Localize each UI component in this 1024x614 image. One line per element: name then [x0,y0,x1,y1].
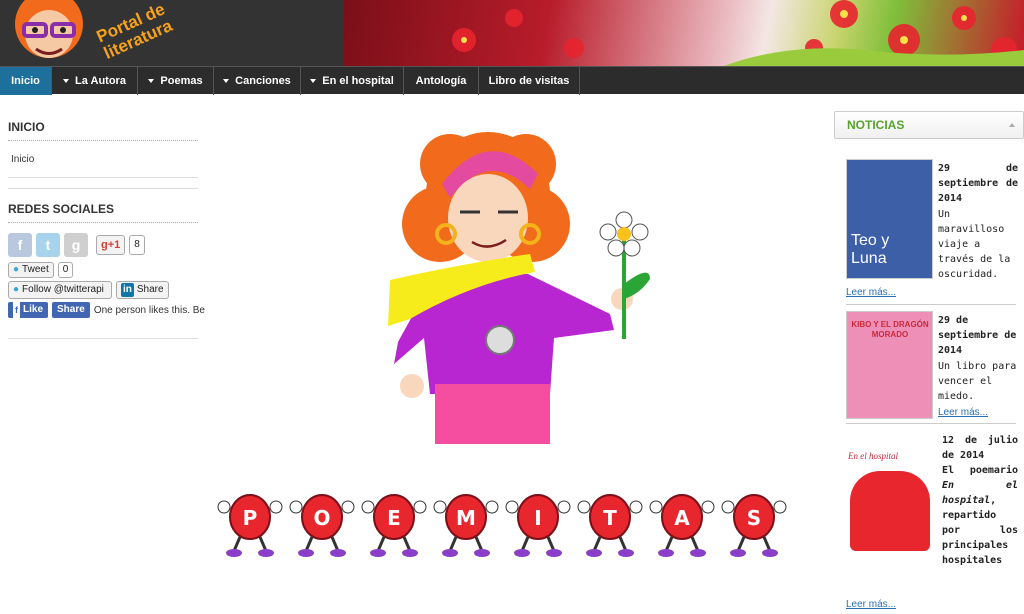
news-text-pre: El poemario [942,465,1018,476]
gplus-button[interactable]: g+1 [96,235,126,255]
chevron-down-icon [63,79,70,84]
linkedin-share-button[interactable]: in Share [116,281,169,299]
google-icon[interactable]: g [64,233,88,257]
facebook-icon: f [13,302,20,318]
linkedin-icon: in [121,283,134,297]
letter-character: E [361,494,427,557]
facebook-like-button[interactable]: f Like [8,302,49,318]
chevron-down-icon [148,79,155,84]
twitter-follow-button[interactable]: ● Follow @twitterapi [8,281,112,299]
news-date: 29 de septiembre de 2014 [938,315,1017,356]
nav-label: Inicio [11,75,40,87]
nav-item-libro-de-visitas[interactable]: Libro de visitas [479,67,580,95]
letter-glyph: A [674,506,690,530]
letter-character: P [217,494,283,557]
letter-glyph: M [456,506,476,530]
letter-glyph: O [313,506,330,530]
news-thumbnail[interactable]: Teo y Luna [846,159,933,279]
social-icons-row: f t g g+1 8 [8,233,198,257]
flowers-banner-image [452,0,1024,66]
left-sidebar: INICIO Inicio REDES SOCIALES f t g g+1 8… [8,94,208,339]
letter-character: S [721,494,787,557]
header-banner [344,0,1024,66]
gplus-label: g+1 [101,239,121,251]
letter-character: O [289,494,355,557]
read-more-link[interactable]: Leer más... [938,405,988,420]
news-item: KIBO Y EL DRAGÓN MORADO 29 de septiembre… [846,311,1016,426]
news-heading[interactable]: NOTICIAS [834,111,1024,139]
nav-label: En el hospital [322,75,394,87]
like-label: Like [23,304,44,315]
facebook-like-row: f Like Share One person likes this. Be th [8,302,208,318]
main-content: POEMITAS [210,94,830,614]
news-text: Un maravilloso viaje a través de la oscu… [938,209,1011,280]
letter-glyph: E [387,506,401,530]
chevron-down-icon [310,79,317,84]
follow-label: Follow @twitterapi [22,284,104,295]
site-header: Portal de literatura [0,0,1024,66]
nav-label: La Autora [75,75,126,87]
logo-character-icon [15,0,83,58]
nav-item-antologia[interactable]: Antología [404,67,479,95]
main-navigation: Inicio La Autora Poemas Canciones En el … [0,66,1024,95]
twitter-bird-icon: ● [13,284,20,295]
twitter-icon[interactable]: t [36,233,60,257]
news-sidebar: NOTICIAS Teo y Luna 29 de septiembre de … [834,111,1024,614]
news-text-upper: El poemario En el hospital, repartido po… [942,463,1018,568]
tweet-row: ● Tweet 0 [8,262,198,278]
redes-sociales-heading: REDES SOCIALES [8,202,198,223]
share-label: Share [57,304,85,315]
nav-item-inicio[interactable]: Inicio [0,67,52,95]
facebook-icon[interactable]: f [8,233,32,257]
news-date: 29 de septiembre de 2014 [938,163,1018,204]
news-heading-label: NOTICIAS [847,118,905,132]
facebook-share-button[interactable]: Share [52,302,90,318]
facebook-like-text: One person likes this. Be th [93,304,208,316]
news-item: Teo y Luna 29 de septiembre de 2014 Un m… [846,159,1018,304]
letter-glyph: P [243,506,258,530]
thumbnail-title: Teo y Luna [851,232,890,267]
letter-character: T [577,494,643,557]
read-more-link[interactable]: Leer más... [846,285,896,300]
poemitas-letters: POEMITAS [217,494,787,557]
inicio-heading: INICIO [8,120,198,141]
chevron-down-icon [223,79,230,84]
nav-label: Antología [415,75,467,87]
nav-label: Libro de visitas [488,75,570,87]
poemitas-title: POEMITAS [210,489,830,569]
thumbnail-title: KIBO Y EL DRAGÓN MORADO [851,320,929,339]
nav-item-poemas[interactable]: Poemas [138,67,214,95]
tweet-button[interactable]: ● Tweet [8,262,54,278]
collapse-icon[interactable] [1009,123,1015,127]
letter-character: I [505,494,571,557]
tweet-count: 0 [57,262,74,278]
letter-glyph: S [747,506,761,530]
letter-character: A [649,494,715,557]
read-more-link[interactable]: Leer más... [846,597,896,612]
letter-glyph: T [603,506,617,530]
news-thumbnail[interactable]: KIBO Y EL DRAGÓN MORADO [846,311,933,419]
linkedin-label: Share [136,284,164,295]
nav-label: Canciones [235,75,291,87]
news-text: Un libro para vencer el miedo. [938,361,1017,402]
news-text-emphasis: En el hospital [942,480,1018,506]
follow-row: ● Follow @twitterapi in Share [8,281,198,299]
site-logo[interactable]: Portal de literatura [0,0,345,66]
letter-glyph: I [534,506,541,530]
sidebar-link-inicio[interactable]: Inicio [8,141,198,178]
nav-item-en-el-hospital[interactable]: En el hospital [301,67,404,95]
logo-title: Portal de literatura [93,0,176,63]
nav-item-la-autora[interactable]: La Autora [52,67,138,95]
tweet-label: Tweet [22,264,49,275]
news-item: En el hospital 12 de julio de 2014 El po… [846,433,1018,613]
nav-label: Poemas [160,75,203,87]
letter-character: M [433,494,499,557]
gplus-count: 8 [129,235,145,255]
nav-item-canciones[interactable]: Canciones [214,67,301,95]
twitter-bird-icon: ● [13,264,20,275]
